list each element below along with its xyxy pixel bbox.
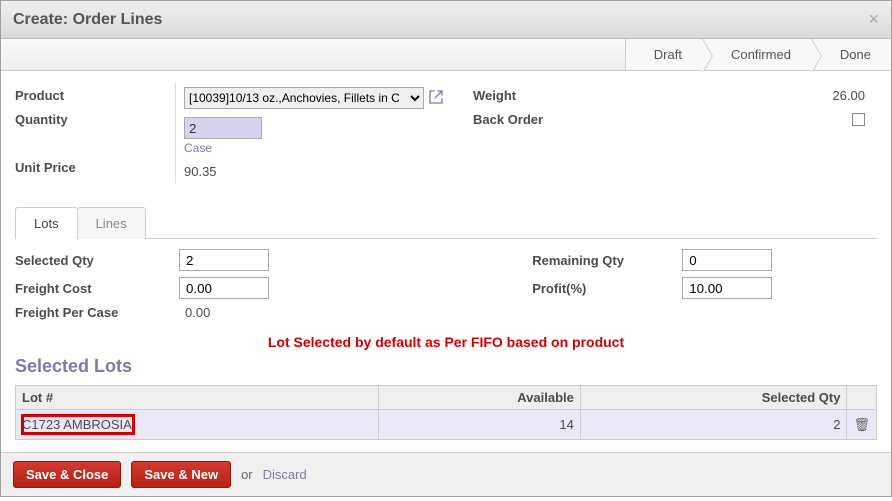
- status-confirmed[interactable]: Confirmed: [702, 39, 811, 70]
- or-label: or: [241, 467, 253, 482]
- freight-cost-input[interactable]: [179, 277, 269, 299]
- save-close-button[interactable]: Save & Close: [13, 461, 121, 488]
- weight-value: 26.00: [673, 83, 865, 107]
- product-select[interactable]: [10039]10/13 oz.,Anchovies, Fillets in C: [184, 87, 424, 109]
- table-row[interactable]: C1723 AMBROSIA 14 2 🗑: [16, 410, 877, 440]
- remaining-qty-input[interactable]: [682, 249, 772, 271]
- weight-label: Weight: [473, 83, 673, 107]
- unit-price-label: Unit Price: [15, 155, 175, 179]
- selected-cell[interactable]: 2: [580, 410, 847, 440]
- col-available[interactable]: Available: [378, 386, 580, 410]
- order-lines-dialog: Create: Order Lines × Draft Confirmed Do…: [0, 0, 892, 497]
- status-draft[interactable]: Draft: [625, 39, 702, 70]
- remaining-qty-label: Remaining Qty: [532, 253, 682, 268]
- selected-qty-label: Selected Qty: [15, 253, 179, 268]
- selected-lots-heading: Selected Lots: [15, 356, 877, 377]
- profit-label: Profit(%): [532, 281, 682, 296]
- lot-number-cell: C1723 AMBROSIA: [22, 415, 134, 434]
- quantity-input[interactable]: [184, 117, 262, 139]
- fifo-annotation: Lot Selected by default as Per FIFO base…: [15, 334, 877, 350]
- product-label: Product: [15, 83, 175, 107]
- status-done[interactable]: Done: [811, 39, 891, 70]
- col-lot[interactable]: Lot #: [16, 386, 379, 410]
- dialog-body: Product Quantity Unit Price [10039]10/13…: [1, 71, 891, 452]
- tab-lines[interactable]: Lines: [77, 207, 146, 239]
- tab-strip: Lots Lines: [15, 207, 877, 239]
- external-link-icon[interactable]: [428, 89, 444, 108]
- form-top: Product Quantity Unit Price [10039]10/13…: [15, 83, 877, 183]
- col-selected[interactable]: Selected Qty: [580, 386, 847, 410]
- available-cell: 14: [378, 410, 580, 440]
- dialog-title: Create: Order Lines: [13, 11, 162, 29]
- close-icon[interactable]: ×: [868, 9, 879, 30]
- back-order-label: Back Order: [473, 107, 673, 131]
- freight-per-case-label: Freight Per Case: [15, 305, 179, 320]
- discard-link[interactable]: Discard: [263, 467, 307, 482]
- freight-per-case-value: 0.00: [179, 305, 210, 320]
- lots-tab-body: Selected Qty Freight Cost Freight Per Ca…: [15, 239, 877, 446]
- dialog-titlebar: Create: Order Lines ×: [1, 1, 891, 39]
- dialog-footer: Save & Close Save & New or Discard: [1, 452, 891, 496]
- quantity-label: Quantity: [15, 107, 175, 131]
- quantity-uom[interactable]: Case: [184, 139, 453, 155]
- unit-price-value: 90.35: [184, 159, 453, 183]
- col-delete: [847, 386, 877, 410]
- freight-cost-label: Freight Cost: [15, 281, 179, 296]
- lots-table: Lot # Available Selected Qty C1723 AMBRO…: [15, 385, 877, 440]
- trash-icon[interactable]: 🗑: [853, 417, 870, 432]
- status-bar: Draft Confirmed Done: [1, 39, 891, 71]
- profit-input[interactable]: [682, 277, 772, 299]
- save-new-button[interactable]: Save & New: [131, 461, 231, 488]
- selected-qty-input[interactable]: [179, 249, 269, 271]
- back-order-checkbox[interactable]: [852, 113, 865, 126]
- tab-lots[interactable]: Lots: [15, 207, 78, 239]
